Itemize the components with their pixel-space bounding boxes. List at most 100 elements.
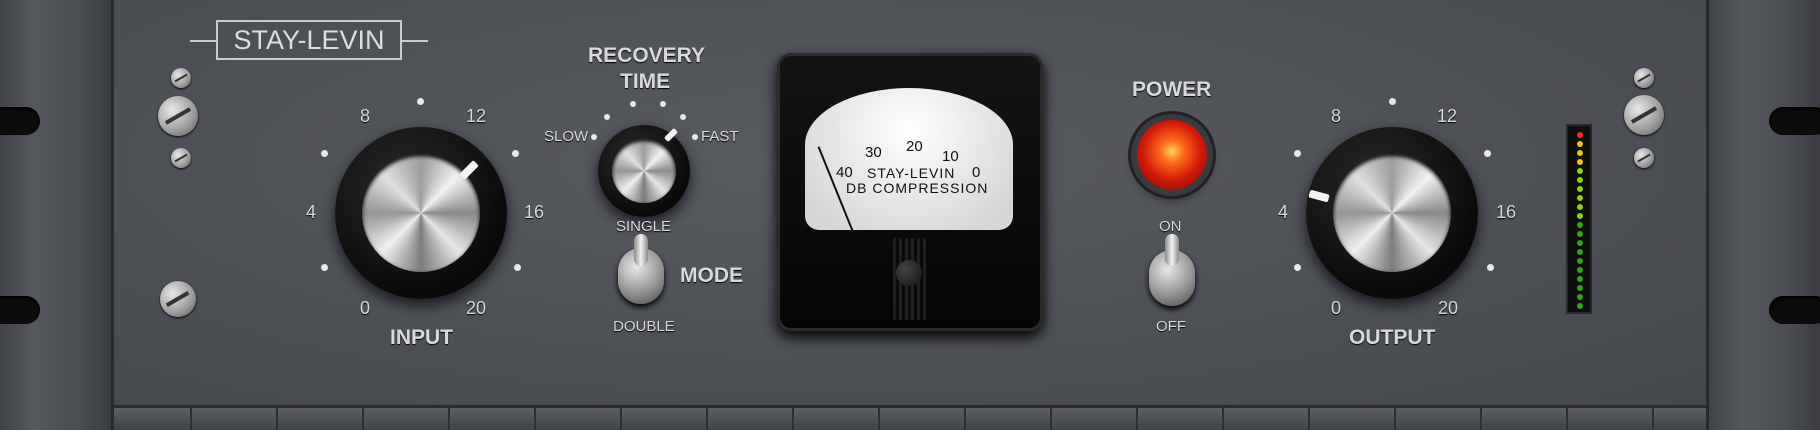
mode-single-label: SINGLE xyxy=(616,218,672,235)
scale-dot xyxy=(1484,150,1491,157)
strip-divider xyxy=(190,408,192,430)
brand-logo: STAY-LEVIN xyxy=(216,20,402,60)
led-segment xyxy=(1577,267,1583,273)
meter-brand: STAY-LEVIN xyxy=(867,165,956,181)
led-segment xyxy=(1577,132,1583,138)
rack-slot xyxy=(0,107,40,135)
led-segment xyxy=(1577,177,1583,183)
led-segment xyxy=(1577,222,1583,228)
input-scale-20: 20 xyxy=(466,298,487,318)
scale-dot xyxy=(512,150,519,157)
strip-divider xyxy=(1566,408,1568,430)
led-segment xyxy=(1577,204,1583,210)
led-level-meter xyxy=(1566,124,1592,314)
screw-icon xyxy=(1634,68,1654,88)
power-label: POWER xyxy=(1132,78,1212,101)
led-segment xyxy=(1577,231,1583,237)
strip-divider xyxy=(534,408,536,430)
input-scale-8: 8 xyxy=(360,106,371,126)
strip-divider xyxy=(964,408,966,430)
strip-divider xyxy=(1308,408,1310,430)
input-scale-16: 16 xyxy=(524,202,545,222)
meter-scale-10: 10 xyxy=(942,148,959,165)
bottom-strip xyxy=(114,408,1706,430)
brand-line-left xyxy=(190,40,216,42)
strip-divider xyxy=(276,408,278,430)
scale-dot xyxy=(1294,150,1301,157)
strip-divider xyxy=(362,408,364,430)
rack-ear-right xyxy=(1706,0,1820,430)
meter-scale-0: 0 xyxy=(972,164,981,181)
scale-dot xyxy=(1389,98,1396,105)
scale-dot xyxy=(1294,264,1301,271)
output-scale-4: 4 xyxy=(1278,202,1289,222)
led-segment xyxy=(1577,258,1583,264)
input-label: INPUT xyxy=(390,326,453,349)
led-segment xyxy=(1577,240,1583,246)
strip-divider xyxy=(1136,408,1138,430)
screw-icon xyxy=(171,68,191,88)
output-scale-16: 16 xyxy=(1496,202,1517,222)
screw-icon xyxy=(1634,148,1654,168)
input-scale-0: 0 xyxy=(360,298,371,318)
screw-icon xyxy=(160,281,196,317)
scale-dot xyxy=(321,150,328,157)
screw-icon xyxy=(171,148,191,168)
rack-ear-left xyxy=(0,0,114,430)
strip-divider xyxy=(1222,408,1224,430)
scale-dot xyxy=(321,264,328,271)
strip-divider xyxy=(792,408,794,430)
led-segment xyxy=(1577,285,1583,291)
output-scale-8: 8 xyxy=(1331,106,1342,126)
brand-line-right xyxy=(402,40,428,42)
rack-slot xyxy=(0,296,40,324)
scale-dot xyxy=(1487,264,1494,271)
power-off-label: OFF xyxy=(1156,318,1186,335)
led-segment xyxy=(1577,168,1583,174)
output-scale-0: 0 xyxy=(1331,298,1342,318)
led-segment xyxy=(1577,249,1583,255)
recovery-fast-label: FAST xyxy=(701,128,739,145)
rack-slot xyxy=(1769,296,1820,324)
meter-scale-30: 30 xyxy=(865,144,882,161)
mode-label: MODE xyxy=(680,264,743,287)
input-scale-4: 4 xyxy=(306,202,317,222)
led-segment xyxy=(1577,150,1583,156)
led-segment xyxy=(1577,195,1583,201)
scale-dot xyxy=(591,134,597,140)
output-scale-20: 20 xyxy=(1438,298,1459,318)
recovery-title-line2: TIME xyxy=(620,70,671,93)
vu-meter-face xyxy=(805,88,1013,230)
led-segment xyxy=(1577,186,1583,192)
strip-divider xyxy=(1050,408,1052,430)
strip-divider xyxy=(1652,408,1654,430)
led-segment xyxy=(1577,294,1583,300)
recovery-slow-label: SLOW xyxy=(544,128,589,145)
recovery-title-line1: RECOVERY xyxy=(588,44,706,67)
led-segment xyxy=(1577,303,1583,309)
led-segment xyxy=(1577,276,1583,282)
scale-dot xyxy=(630,101,636,107)
led-segment xyxy=(1577,159,1583,165)
input-scale-12: 12 xyxy=(466,106,487,126)
strip-divider xyxy=(878,408,880,430)
mode-double-label: DOUBLE xyxy=(613,318,675,335)
meter-adjust-screw-icon[interactable] xyxy=(896,260,922,286)
rack-slot xyxy=(1769,107,1820,135)
screw-icon xyxy=(158,96,198,136)
scale-dot xyxy=(680,114,686,120)
strip-divider xyxy=(1480,408,1482,430)
scale-dot xyxy=(417,98,424,105)
output-scale-12: 12 xyxy=(1437,106,1458,126)
strip-divider xyxy=(448,408,450,430)
meter-subtitle: DB COMPRESSION xyxy=(846,180,989,196)
scale-dot xyxy=(660,101,666,107)
meter-scale-40: 40 xyxy=(836,164,853,181)
led-segment xyxy=(1577,213,1583,219)
strip-divider xyxy=(620,408,622,430)
strip-divider xyxy=(706,408,708,430)
scale-dot xyxy=(514,264,521,271)
led-segment xyxy=(1577,141,1583,147)
scale-dot xyxy=(604,114,610,120)
power-lamp xyxy=(1137,120,1207,190)
